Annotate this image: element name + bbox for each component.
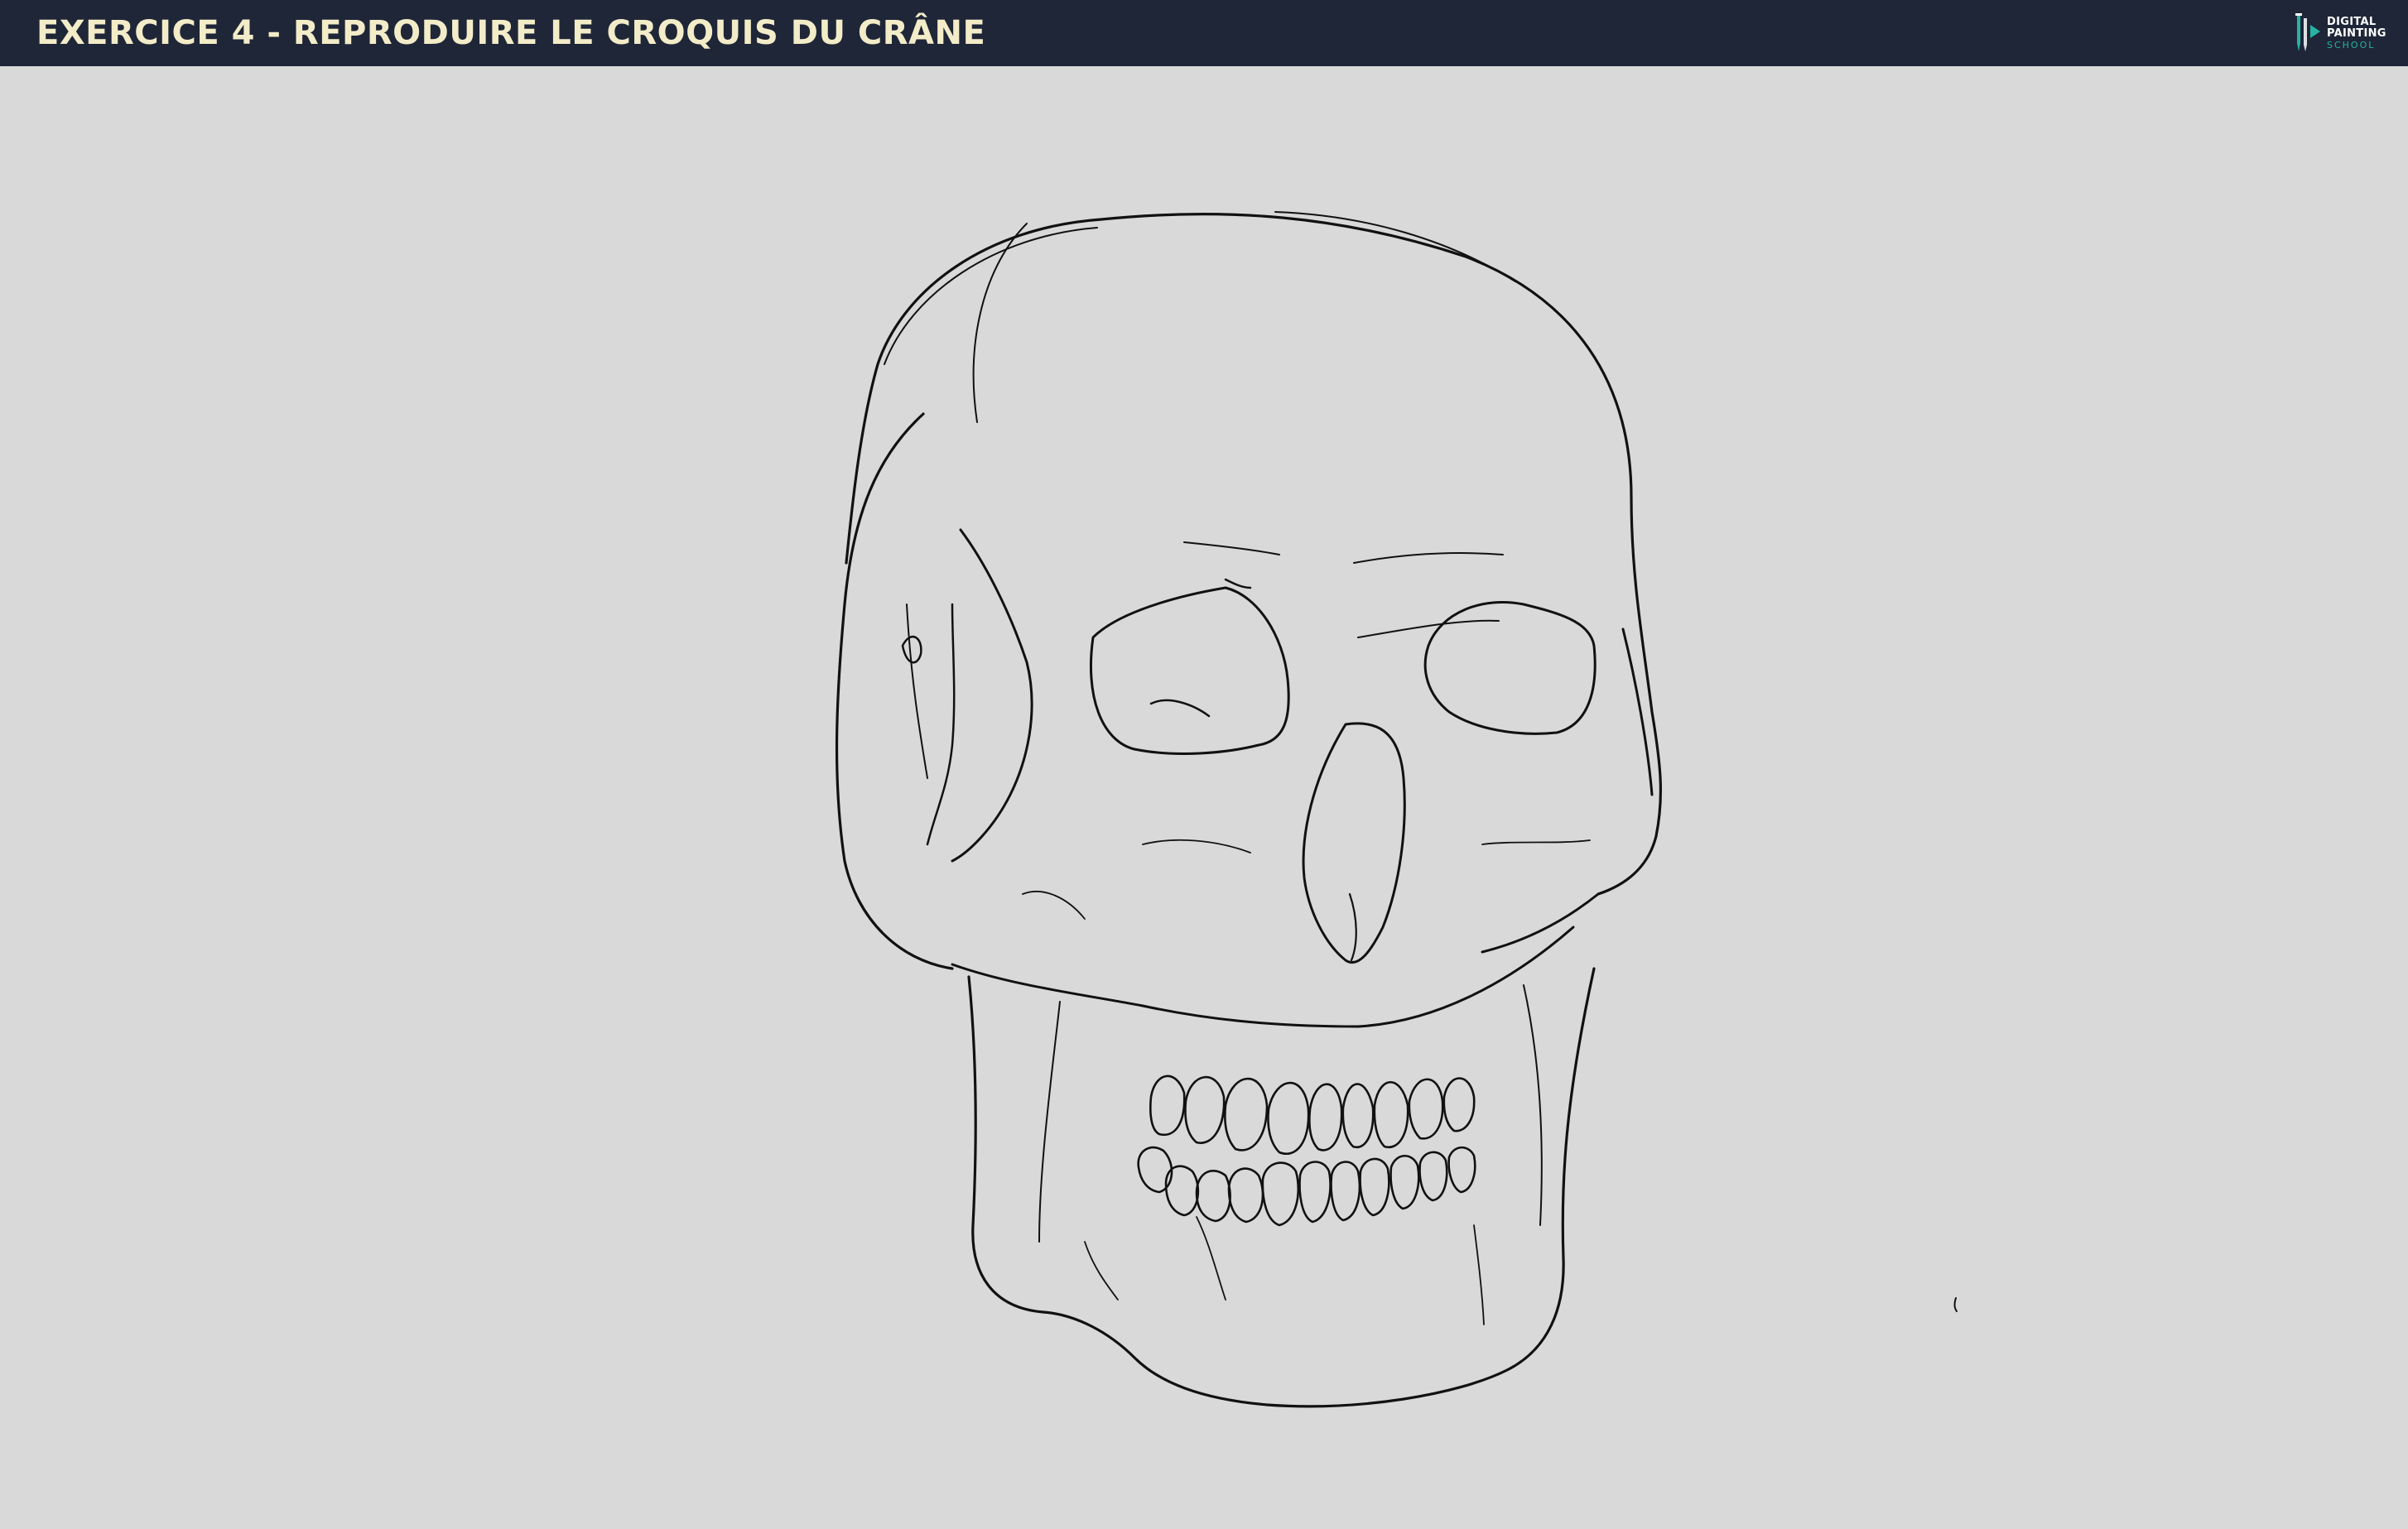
skull-sketch-image xyxy=(835,211,1958,1408)
digital-painting-school-logo[interactable]: DIGITAL PAINTING SCHOOL xyxy=(2290,10,2391,56)
sketch-strokes xyxy=(1022,839,1591,1325)
stray-mark xyxy=(1953,1297,1958,1312)
mandible-outline xyxy=(967,967,1596,1408)
left-cheekbone xyxy=(951,528,1033,863)
logo-line-digital: DIGITAL xyxy=(2327,16,2377,28)
right-eye-socket xyxy=(1423,600,1597,735)
upper-teeth xyxy=(1149,1075,1476,1155)
drawing-canvas[interactable] xyxy=(0,66,2408,1529)
left-ear-detail xyxy=(901,603,956,846)
right-cheekbone xyxy=(1481,627,1654,954)
logo-line-painting: PAINTING xyxy=(2327,27,2386,40)
cranium-outline-2 xyxy=(884,211,1516,365)
left-eye-socket xyxy=(1090,586,1290,755)
logo-text: DIGITAL PAINTING SCHOOL xyxy=(2327,17,2386,51)
paintbrush-logo-icon xyxy=(2295,13,2320,51)
nasal-septum xyxy=(1348,892,1357,962)
nasal-cavity xyxy=(1302,722,1406,964)
lower-teeth xyxy=(1137,1146,1476,1227)
page-title: EXERCICE 4 - REPRODUIRE LE CROQUIS DU CR… xyxy=(36,14,986,52)
left-temple xyxy=(906,223,1028,779)
upper-jaw-line xyxy=(951,926,1575,1028)
header-bar: EXERCICE 4 - REPRODUIRE LE CROQUIS DU CR… xyxy=(0,0,2408,66)
logo-line-school: SCHOOL xyxy=(2327,40,2376,50)
